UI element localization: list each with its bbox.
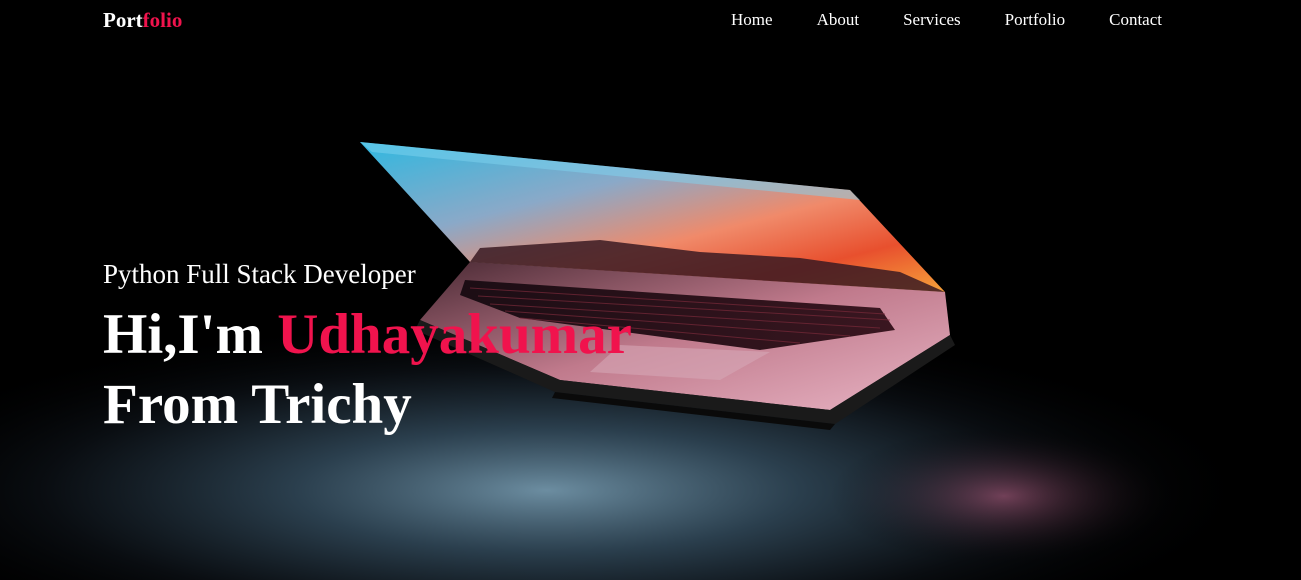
logo-link[interactable]: Portfolio: [103, 7, 182, 33]
hero-section: Portfolio Home About Services Portfolio …: [0, 0, 1301, 580]
nav-menu: Home About Services Portfolio Contact: [731, 10, 1162, 30]
hero-greeting: Hi,I'm: [103, 303, 278, 366]
nav-item-portfolio: Portfolio: [1005, 10, 1065, 30]
navbar: Portfolio Home About Services Portfolio …: [0, 0, 1301, 42]
logo-text-part1: Port: [103, 8, 143, 32]
nav-item-about: About: [817, 10, 860, 30]
nav-link-about[interactable]: About: [817, 10, 860, 29]
hero-subtitle: Python Full Stack Developer: [103, 259, 416, 289]
nav-link-portfolio[interactable]: Portfolio: [1005, 10, 1065, 29]
hero-text: Python Full Stack Developer Hi,I'm Udhay…: [103, 256, 632, 440]
hero-headline: Hi,I'm Udhayakumar From Trichy: [103, 300, 632, 440]
nav-item-contact: Contact: [1109, 10, 1162, 30]
nav-link-home[interactable]: Home: [731, 10, 773, 29]
hero-name: Udhayakumar: [277, 303, 632, 366]
nav-item-services: Services: [903, 10, 961, 30]
nav-link-contact[interactable]: Contact: [1109, 10, 1162, 29]
nav-link-services[interactable]: Services: [903, 10, 961, 29]
nav-item-home: Home: [731, 10, 773, 30]
hero-location: From Trichy: [103, 373, 412, 436]
logo-text-part2: folio: [142, 8, 183, 32]
